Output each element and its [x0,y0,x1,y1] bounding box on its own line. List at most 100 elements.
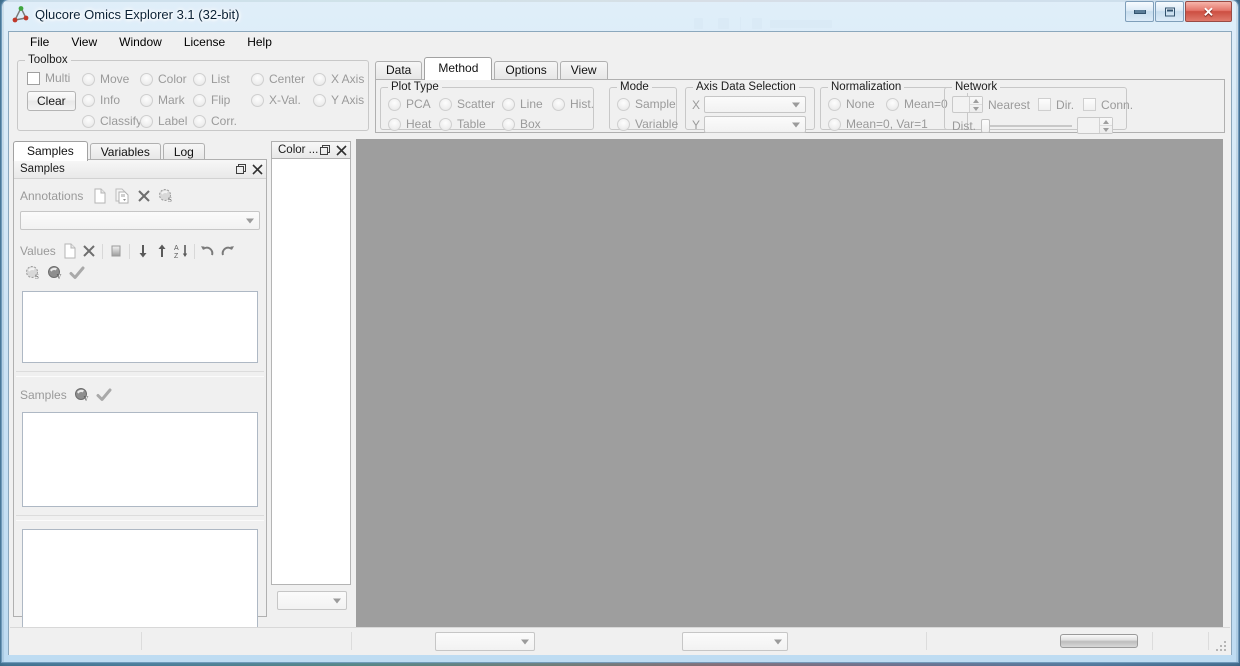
network-dir-checkbox[interactable]: Dir. [1038,98,1074,112]
mode-variable-radio[interactable]: Variable [617,117,678,131]
toolbox-center-radio[interactable]: Center [251,72,313,86]
plot-type-table-radio[interactable]: Table [439,117,502,131]
network-dist-spinbox[interactable] [1077,117,1113,134]
delete-x-icon[interactable] [80,242,98,260]
color-panel-list[interactable] [271,159,351,585]
menu-window[interactable]: Window [108,33,173,51]
delete-x-icon[interactable] [135,187,153,205]
network-conn-checkbox[interactable]: Conn. [1083,98,1133,112]
check-icon[interactable] [95,386,113,404]
panel-splitter[interactable] [16,515,264,521]
restore-icon[interactable] [236,163,247,175]
maximize-button[interactable] [1155,1,1184,22]
toolbox-list-radio[interactable]: List [193,72,251,86]
toolbox-xval-radio[interactable]: X-Val. [251,93,313,107]
tab-method[interactable]: Method [424,57,493,80]
color-panel-combo[interactable] [277,591,347,610]
toolbox-item-label: Flip [211,93,231,107]
dock-tab-samples[interactable]: Samples [13,141,88,161]
status-separator [926,632,927,650]
check-icon[interactable] [68,264,86,282]
menu-view[interactable]: View [60,33,108,51]
bottom-listbox[interactable] [22,529,258,634]
toolbox-move-radio[interactable]: Move [82,72,140,86]
normalization-mean0var1-radio[interactable]: Mean=0, Var=1 [828,117,928,131]
plot-type-heat-radio[interactable]: Heat [388,117,439,131]
close-button[interactable]: ✕ [1185,1,1232,22]
plot-canvas[interactable] [356,139,1223,629]
annotations-combo[interactable] [20,211,260,230]
new-document-icon[interactable] [91,187,109,205]
tab-options[interactable]: Options [494,61,558,80]
samples-listbox[interactable] [22,412,258,507]
spinner-arrows-icon[interactable] [969,97,982,112]
normalization-none-radio[interactable]: None [828,97,886,111]
sphere-v-icon[interactable]: V [73,386,91,404]
tab-view[interactable]: View [559,61,608,80]
toolbox-flip-radio[interactable]: Flip [193,93,251,107]
status-mid-combo[interactable] [682,632,788,651]
plot-type-label: Box [520,117,541,131]
axis-y-combo[interactable] [704,116,806,133]
toolbox-color-radio[interactable]: Color [140,72,193,86]
undo-icon[interactable] [199,242,217,260]
gradient-swatch-icon[interactable] [107,242,125,260]
radio-icon [193,93,206,107]
toolbox-xaxis-radio[interactable]: X Axis [313,72,364,86]
resize-grip-icon[interactable] [1215,640,1227,652]
menu-license[interactable]: License [173,33,236,51]
minimize-icon [1133,9,1146,14]
restore-icon[interactable] [320,144,331,156]
redo-icon[interactable] [218,242,236,260]
tab-data[interactable]: Data [375,61,423,80]
status-left-combo[interactable] [435,632,535,651]
close-icon[interactable] [252,163,263,175]
plot-type-line-radio[interactable]: Line [502,97,552,111]
arrow-up-icon[interactable] [153,242,171,260]
toolbox-info-radio[interactable]: Info [82,93,140,107]
toolbox-clear-button[interactable]: Clear [27,91,76,111]
status-separator [351,632,352,650]
toolbox-item-label: X-Val. [269,93,301,107]
sort-az-icon[interactable]: A Z [172,242,190,260]
radio-icon [502,117,515,131]
network-nearest-spinbox[interactable] [952,96,983,113]
plot-type-label: Table [457,117,486,131]
normalization-mean0-radio[interactable]: Mean=0 [886,97,948,111]
toolbox-item-label: Move [100,72,130,86]
sphere-v-icon[interactable]: V [46,264,64,282]
radio-icon [82,93,95,107]
close-icon[interactable] [336,144,347,156]
copy-document-icon[interactable] [113,187,131,205]
chevron-down-icon [792,102,800,107]
toolbox-classify-radio[interactable]: Classify [82,114,142,128]
mode-sample-radio[interactable]: Sample [617,97,676,111]
sphere-s-icon[interactable]: S [157,187,175,205]
toolbox-label-radio[interactable]: Label [140,114,193,128]
slider-handle[interactable] [981,118,990,133]
menu-file[interactable]: File [19,33,60,51]
toolbox-corr-radio[interactable]: Corr. [193,114,237,128]
plot-type-scatter-radio[interactable]: Scatter [439,97,502,111]
axis-x-combo[interactable] [704,96,806,113]
title-bar[interactable]: Qlucore Omics Explorer 3.1 (32-bit) ✕ [2,0,1238,31]
menu-help[interactable]: Help [236,33,283,51]
panel-splitter[interactable] [16,371,264,377]
values-listbox[interactable] [22,291,258,363]
toolbox-mark-radio[interactable]: Mark [140,93,193,107]
arrow-down-icon[interactable] [134,242,152,260]
plot-type-label: PCA [406,97,431,111]
plot-type-hist-radio[interactable]: Hist. [552,97,594,111]
toolbox-multi-checkbox[interactable]: Multi [27,71,70,85]
sphere-s-icon[interactable]: S [24,264,42,282]
maximize-icon [1164,7,1175,16]
plot-type-box-radio[interactable]: Box [502,117,541,131]
toolbox-yaxis-radio[interactable]: Y Axis [313,93,364,107]
checkbox-icon [27,71,40,85]
toolbox-item-label: Label [158,114,188,128]
minimize-button[interactable] [1125,1,1154,22]
network-dist-slider[interactable] [981,118,1072,133]
new-document-icon[interactable] [61,242,79,260]
plot-type-pca-radio[interactable]: PCA [388,97,439,111]
spinner-arrows-icon[interactable] [1099,118,1112,133]
